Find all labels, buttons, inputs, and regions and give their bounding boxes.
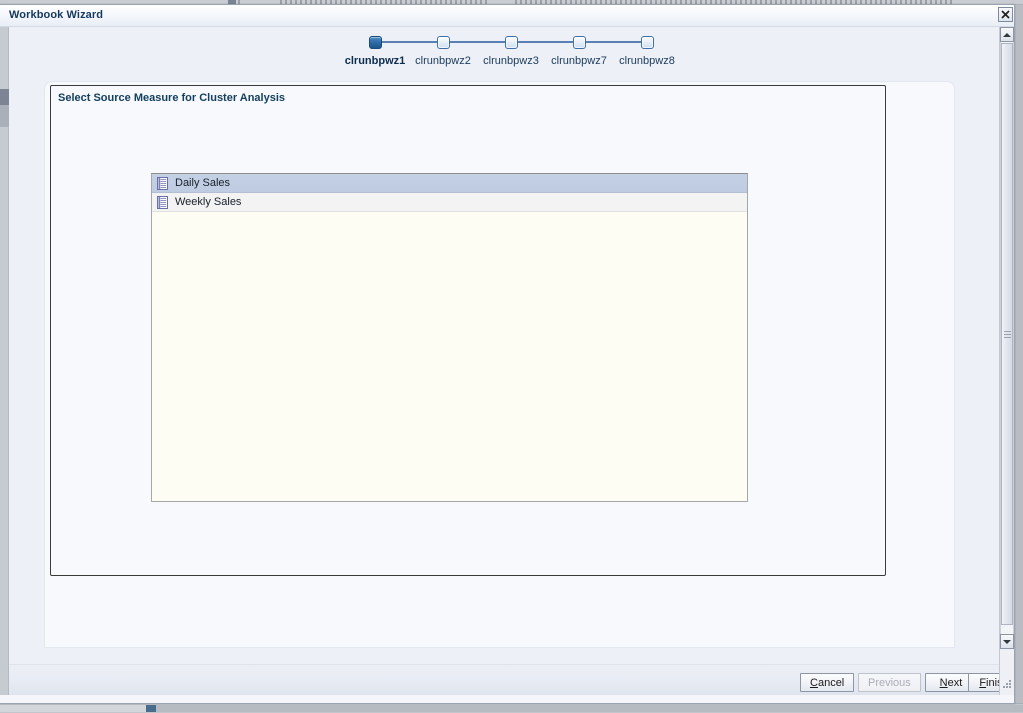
list-item[interactable]: Weekly Sales — [152, 193, 747, 212]
groupbox-title: Select Source Measure for Cluster Analys… — [58, 92, 286, 104]
train-node-row-4 — [545, 33, 647, 51]
source-measure-listbox[interactable]: Daily Sales Weekly Sales — [151, 173, 748, 502]
cancel-mnemonic: C — [810, 676, 818, 689]
left-rail-marker — [0, 89, 9, 105]
train-step-label-4: clrunbpwz7 — [551, 55, 607, 67]
train-step-label-1: clrunbpwz1 — [344, 55, 406, 67]
train-step-2[interactable]: clrunbpwz2 — [409, 33, 511, 67]
list-item[interactable]: Daily Sales — [152, 174, 747, 193]
cancel-button[interactable]: Cancel — [800, 673, 855, 692]
wizard-body: clrunbpwz1 clrunbpwz2 clrunbpwz3 clrunbp… — [9, 27, 1000, 664]
scroll-down-glyph — [1003, 639, 1011, 644]
dialog-left-rail — [0, 27, 9, 695]
dialog-button-bar: Cancel Previous Next Finish — [9, 664, 1014, 695]
list-item-label: Weekly Sales — [175, 196, 242, 208]
dialog-title-bar: Workbook Wizard — [0, 5, 1014, 27]
train-node-row-1 — [341, 33, 443, 51]
train-step-label-5: clrunbpwz8 — [619, 55, 675, 67]
desktop-background: Workbook Wizard clrunbpwz1 clrunbpwz2 cl… — [0, 0, 1023, 713]
train-node-icon-2[interactable] — [436, 35, 450, 49]
train-node-icon-5[interactable] — [640, 35, 654, 49]
train-node-row-2 — [409, 33, 511, 51]
train-step-1[interactable]: clrunbpwz1 — [341, 33, 443, 67]
scrollbar-grip-icon — [1003, 330, 1011, 338]
previous-button-label: Previous — [868, 676, 911, 689]
train-step-5[interactable]: clrunbpwz8 — [613, 33, 681, 67]
host-hscroll-thumb[interactable] — [146, 705, 156, 712]
train-step-label-3: clrunbpwz3 — [483, 55, 539, 67]
wizard-train-steps: clrunbpwz1 clrunbpwz2 clrunbpwz3 clrunbp… — [341, 33, 681, 67]
train-step-3[interactable]: clrunbpwz3 — [477, 33, 579, 67]
dialog-vertical-scrollbar[interactable] — [999, 27, 1014, 695]
host-horizontal-scrollbar[interactable] — [0, 703, 1023, 713]
next-mnemonic: N — [939, 676, 948, 689]
dialog-title: Workbook Wizard — [9, 9, 104, 21]
source-measure-groupbox: Select Source Measure for Cluster Analys… — [50, 85, 886, 576]
measure-document-icon — [156, 195, 169, 209]
workbook-wizard-dialog: Workbook Wizard clrunbpwz1 clrunbpwz2 cl… — [0, 4, 1015, 704]
scroll-up-glyph — [1003, 32, 1011, 37]
left-rail-marker-secondary — [0, 105, 9, 127]
train-step-label-2: clrunbpwz2 — [415, 55, 471, 67]
train-node-row-3 — [477, 33, 579, 51]
cancel-button-label: ancel — [817, 676, 845, 689]
train-node-icon-4[interactable] — [572, 35, 586, 49]
scroll-up-arrow-icon[interactable] — [1000, 27, 1014, 42]
wizard-train: clrunbpwz1 clrunbpwz2 clrunbpwz3 clrunbp… — [9, 27, 1000, 75]
resize-grip-icon[interactable] — [999, 678, 1012, 691]
train-node-row-5 — [613, 33, 681, 51]
host-hscroll-left-region — [0, 705, 146, 712]
scrollbar-thumb[interactable] — [1001, 43, 1013, 625]
train-node-icon-3[interactable] — [504, 35, 518, 49]
previous-button: Previous — [858, 673, 921, 692]
train-step-4[interactable]: clrunbpwz7 — [545, 33, 647, 67]
scroll-down-arrow-icon[interactable] — [1000, 634, 1014, 649]
close-icon[interactable] — [998, 7, 1013, 22]
train-node-icon-1[interactable] — [368, 35, 382, 49]
measure-document-icon — [156, 176, 169, 190]
list-item-label: Daily Sales — [175, 177, 231, 189]
next-button-label: ext — [947, 676, 963, 689]
